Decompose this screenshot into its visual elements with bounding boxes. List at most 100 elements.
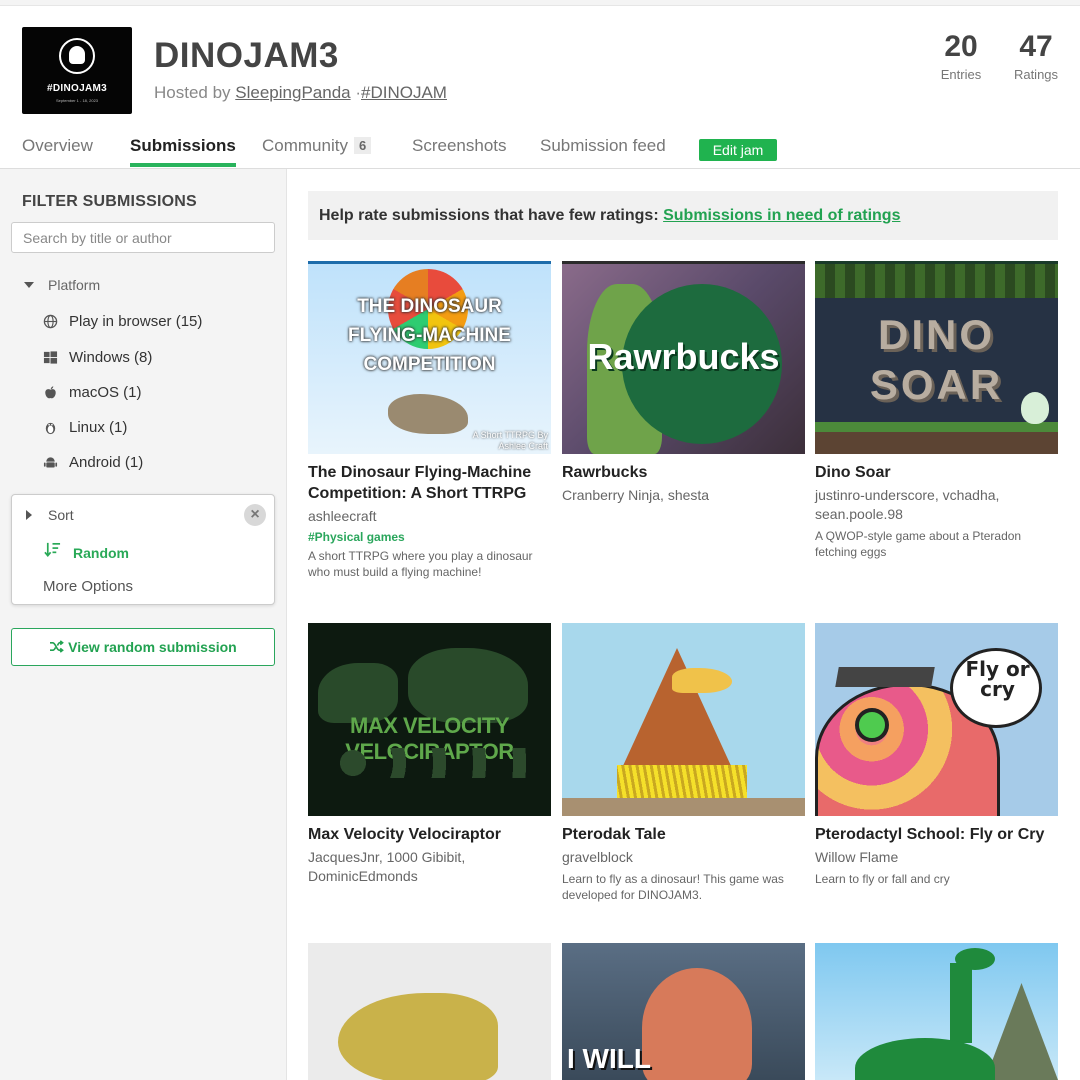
platform-item-windows[interactable]: Windows (8): [42, 349, 152, 367]
more-options-link[interactable]: More Options: [43, 578, 133, 595]
tab-label: Screenshots: [412, 136, 507, 155]
gear-decoration: [338, 748, 538, 778]
tab-submissions[interactable]: Submissions: [130, 136, 236, 167]
hashtag-link[interactable]: #DINOJAM: [361, 83, 447, 102]
thumbnail-art-text: Fly or cry: [965, 657, 1030, 701]
platform-label: Windows (8): [69, 349, 153, 366]
game-card[interactable]: I WILL: [562, 943, 805, 1080]
platform-item-macos[interactable]: macOS (1): [42, 384, 142, 402]
stat-value: 47: [1019, 30, 1053, 63]
game-title[interactable]: Rawrbucks: [562, 462, 805, 483]
sort-toggle[interactable]: Sort: [26, 507, 74, 523]
host-link[interactable]: SleepingPanda: [235, 83, 350, 102]
mountain-image: [985, 983, 1058, 1080]
game-tag[interactable]: #Physical games: [308, 530, 551, 544]
apple-icon: [42, 385, 59, 402]
needs-ratings-link[interactable]: Submissions in need of ratings: [663, 207, 900, 224]
game-thumbnail[interactable]: Rawrbucks: [562, 261, 805, 454]
globe-icon: [42, 314, 59, 331]
filter-sidebar: FILTER SUBMISSIONS Platform Play in brow…: [0, 169, 287, 1080]
game-card[interactable]: Pterodak Tale gravelblock Learn to fly a…: [562, 623, 805, 903]
tab-community[interactable]: Community 6: [262, 136, 372, 167]
game-card[interactable]: [815, 943, 1058, 1080]
game-author[interactable]: JacquesJnr, 1000 Gibibit, DominicEdmonds: [308, 848, 551, 886]
game-author[interactable]: justinro-underscore, vchadha, sean.poole…: [815, 486, 1058, 524]
sort-icon: [44, 541, 64, 563]
filter-title: FILTER SUBMISSIONS: [22, 193, 197, 210]
dinosaur-image: [388, 394, 468, 434]
game-title[interactable]: Pterodactyl School: Fly or Cry: [815, 824, 1058, 845]
thumbnail-art-text: Rawrbucks: [587, 336, 780, 377]
sort-value: Random: [73, 545, 129, 561]
windows-icon: [42, 350, 59, 367]
game-card[interactable]: [308, 943, 551, 1080]
eye-image: [855, 708, 889, 742]
game-card[interactable]: DINO SOAR Dino Soar justinro-underscore,…: [815, 261, 1058, 560]
game-card[interactable]: Rawrbucks Rawrbucks Cranberry Ninja, she…: [562, 261, 805, 505]
stat-ratings: 47 Ratings: [1010, 30, 1062, 82]
edit-jam-button[interactable]: Edit jam: [699, 139, 777, 161]
stat-entries: 20 Entries: [936, 30, 986, 82]
game-thumbnail[interactable]: [562, 623, 805, 816]
game-title[interactable]: Pterodak Tale: [562, 824, 805, 845]
sort-panel: Sort × Random More Options: [11, 494, 275, 605]
game-author[interactable]: gravelblock: [562, 848, 805, 867]
game-card[interactable]: MAX VELOCITY VELOCIRAPTOR Max Velocity V…: [308, 623, 551, 886]
shuffle-icon: [49, 639, 68, 655]
game-author[interactable]: ashleecraft: [308, 507, 551, 526]
game-card[interactable]: Fly or cry Pterodactyl School: Fly or Cr…: [815, 623, 1058, 887]
platform-label: Play in browser (15): [69, 313, 203, 330]
sort-option-random[interactable]: Random: [44, 541, 129, 563]
ground: [562, 798, 805, 816]
egg-image: [1021, 392, 1049, 424]
thumbnail-art-text: THE DINOSAUR FLYING-MACHINE COMPETITION: [348, 296, 511, 375]
pterodactyl-image: [622, 648, 732, 768]
thumbnail-subtext: A Short TTRPG By Ashlee Craft: [472, 430, 548, 451]
game-card[interactable]: THE DINOSAUR FLYING-MACHINE COMPETITION …: [308, 261, 551, 580]
platform-item-android[interactable]: Android (1): [42, 454, 143, 472]
game-thumbnail[interactable]: MAX VELOCITY VELOCIRAPTOR: [308, 623, 551, 816]
hosted-prefix: Hosted by: [154, 83, 231, 102]
logo-dates: September 1 - 18, 2023: [55, 98, 99, 103]
view-random-submission-button[interactable]: View random submission: [11, 628, 275, 666]
platform-label: Linux (1): [69, 419, 128, 436]
platform-label: Android (1): [69, 454, 144, 471]
thumbnail-art-text: I WILL: [567, 1043, 651, 1074]
game-title[interactable]: Max Velocity Velociraptor: [308, 824, 551, 845]
platform-label: macOS (1): [69, 384, 142, 401]
close-icon[interactable]: ×: [244, 504, 266, 526]
platform-item-linux[interactable]: Linux (1): [42, 419, 127, 437]
game-thumbnail[interactable]: DINO SOAR: [815, 261, 1058, 454]
game-thumbnail[interactable]: THE DINOSAUR FLYING-MACHINE COMPETITION …: [308, 261, 551, 454]
platform-item-browser[interactable]: Play in browser (15): [42, 313, 202, 331]
game-thumbnail[interactable]: [815, 943, 1058, 1080]
community-count-badge: 6: [353, 137, 372, 154]
grass-platform: [815, 422, 1058, 432]
sort-label: Sort: [48, 507, 74, 523]
random-button-label: View random submission: [68, 639, 237, 655]
search-input[interactable]: [11, 222, 275, 253]
logo-text: #DINOJAM3: [47, 83, 107, 94]
jam-logo[interactable]: #DINOJAM3 September 1 - 18, 2023: [22, 27, 132, 114]
stat-value: 20: [944, 30, 978, 63]
caret-down-icon: [24, 282, 34, 288]
game-thumbnail[interactable]: [308, 943, 551, 1080]
ground-platform: [815, 432, 1058, 454]
rating-banner: Help rate submissions that have few rati…: [308, 191, 1058, 240]
tab-overview[interactable]: Overview: [22, 136, 93, 167]
tab-submission-feed[interactable]: Submission feed: [540, 136, 666, 167]
thumbnail-art-text: DINO SOAR: [869, 311, 1004, 408]
platform-filter-toggle[interactable]: Platform: [24, 277, 100, 293]
tab-screenshots[interactable]: Screenshots: [412, 136, 507, 167]
caret-right-icon: [26, 510, 32, 520]
game-author[interactable]: Cranberry Ninja, shesta: [562, 486, 805, 505]
stat-label: Entries: [940, 67, 982, 82]
dino-logo-icon: [69, 46, 85, 64]
vines-decoration: [815, 264, 1058, 298]
top-strip: [0, 0, 1080, 6]
game-thumbnail[interactable]: Fly or cry: [815, 623, 1058, 816]
game-title[interactable]: Dino Soar: [815, 462, 1058, 483]
game-title[interactable]: The Dinosaur Flying-Machine Competition:…: [308, 462, 551, 504]
game-thumbnail[interactable]: I WILL: [562, 943, 805, 1080]
game-author[interactable]: Willow Flame: [815, 848, 1058, 867]
